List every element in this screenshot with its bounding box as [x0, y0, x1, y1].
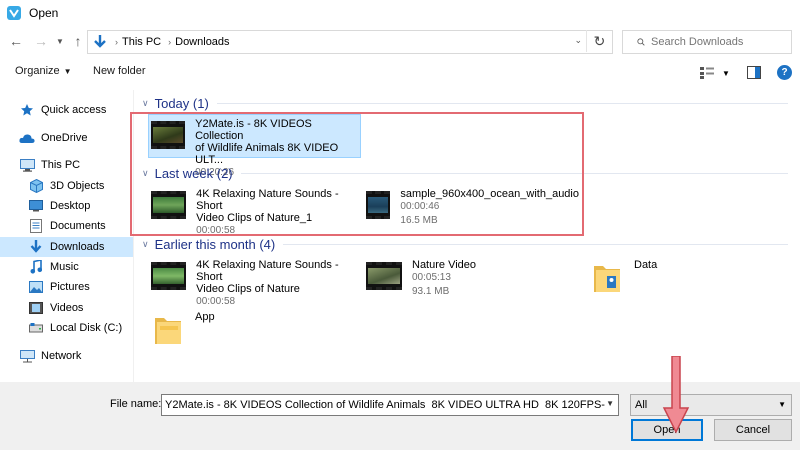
address-row: ← → ▼ ↑ › This PC › Downloads ⌄ ↻	[0, 29, 800, 55]
network-icon	[19, 349, 35, 363]
organize-label: Organize	[15, 65, 60, 77]
star-icon	[19, 103, 35, 117]
app-logo-icon	[7, 5, 21, 20]
highlight-annotation-box	[130, 112, 584, 236]
file-name-input[interactable]	[165, 399, 605, 411]
navigation-pane: Quick access OneDrive This PC 3D Objects…	[0, 92, 133, 382]
preview-pane-icon[interactable]	[747, 66, 761, 79]
pictures-icon	[28, 280, 44, 294]
search-input[interactable]	[651, 36, 791, 48]
cloud-icon	[19, 131, 35, 145]
file-item-nature-video[interactable]: Nature Video 00:05:13 93.1 MB	[364, 256, 579, 300]
view-options-icon	[700, 67, 714, 79]
search-box[interactable]	[622, 30, 792, 54]
up-arrow-icon[interactable]: ↑	[70, 33, 86, 49]
breadcrumb-this-pc[interactable]: This PC	[122, 36, 161, 48]
file-item-nature-sounds[interactable]: 4K Relaxing Nature Sounds - Short Video …	[149, 256, 364, 307]
group-divider	[283, 243, 788, 245]
chevron-down-icon: ▼	[722, 68, 730, 78]
documents-icon	[28, 219, 44, 233]
window-title: Open	[29, 5, 59, 20]
cube-icon	[28, 179, 44, 193]
breadcrumb-downloads[interactable]: Downloads	[175, 36, 229, 48]
sidebar-item-pictures[interactable]: Pictures	[0, 277, 133, 297]
drive-icon	[28, 321, 44, 335]
chevron-down-icon: ▼	[778, 400, 786, 409]
breadcrumb-separator-icon: ›	[115, 37, 118, 47]
sidebar-item-onedrive[interactable]: OneDrive	[0, 128, 133, 148]
annotation-arrow-icon	[662, 356, 690, 434]
command-toolbar: Organize ▼ New folder ▼ ?	[0, 62, 800, 84]
group-divider	[216, 102, 788, 104]
chevron-down-icon: ∨	[142, 97, 149, 108]
computer-icon	[19, 158, 35, 172]
video-thumbnail-icon	[366, 262, 402, 290]
refresh-icon[interactable]: ↻	[586, 30, 612, 52]
video-thumbnail-icon	[151, 262, 187, 290]
cancel-button[interactable]: Cancel	[714, 419, 792, 441]
sidebar-item-documents[interactable]: Documents	[0, 216, 133, 236]
group-header-today[interactable]: ∨ Today (1)	[134, 93, 794, 113]
sidebar-item-local-disk[interactable]: Local Disk (C:)	[0, 318, 133, 338]
address-dropdown-icon[interactable]: ⌄	[574, 35, 582, 46]
file-type-select[interactable]: All ▼	[630, 394, 792, 416]
back-arrow-icon[interactable]: ←	[8, 33, 24, 49]
recent-locations-chevron-icon[interactable]: ▼	[52, 33, 68, 49]
sidebar-item-music[interactable]: Music	[0, 257, 133, 277]
videos-icon	[28, 301, 44, 315]
chevron-down-icon: ▼	[63, 67, 72, 76]
breadcrumb-separator-icon: ›	[168, 37, 172, 47]
title-bar: Open	[0, 0, 800, 25]
desktop-icon	[28, 199, 44, 213]
sidebar-item-3d-objects[interactable]: 3D Objects	[0, 176, 133, 196]
new-folder-button[interactable]: New folder	[93, 65, 146, 77]
folder-icon	[592, 258, 622, 294]
help-icon[interactable]: ?	[777, 65, 792, 80]
sidebar-item-quick-access[interactable]: Quick access	[0, 100, 133, 120]
group-header-earlier-this-month[interactable]: ∨ Earlier this month (4)	[134, 234, 794, 254]
sidebar-item-network[interactable]: Network	[0, 346, 133, 366]
sidebar-item-downloads[interactable]: Downloads	[0, 237, 133, 257]
sidebar-item-videos[interactable]: Videos	[0, 298, 133, 318]
file-name-label: File name:	[110, 398, 162, 410]
folder-item-data[interactable]: Data	[588, 256, 788, 300]
address-bar[interactable]: › This PC › Downloads ⌄	[87, 30, 613, 54]
music-note-icon	[28, 260, 44, 274]
search-icon	[637, 38, 645, 46]
download-arrow-icon	[92, 34, 108, 50]
sidebar-item-this-pc[interactable]: This PC	[0, 155, 133, 175]
forward-arrow-icon[interactable]: →	[33, 33, 49, 49]
file-name-field[interactable]: ▼	[161, 394, 619, 416]
file-type-value: All	[635, 399, 648, 411]
folder-item-app[interactable]: App	[149, 308, 364, 352]
download-arrow-icon	[28, 240, 44, 254]
sidebar-item-desktop[interactable]: Desktop	[0, 196, 133, 216]
chevron-down-icon: ∨	[142, 238, 149, 249]
chevron-down-icon[interactable]: ▼	[606, 399, 614, 408]
folder-icon	[153, 310, 183, 346]
organize-button[interactable]: Organize ▼	[15, 65, 72, 77]
change-view-button[interactable]: ▼	[700, 66, 730, 80]
